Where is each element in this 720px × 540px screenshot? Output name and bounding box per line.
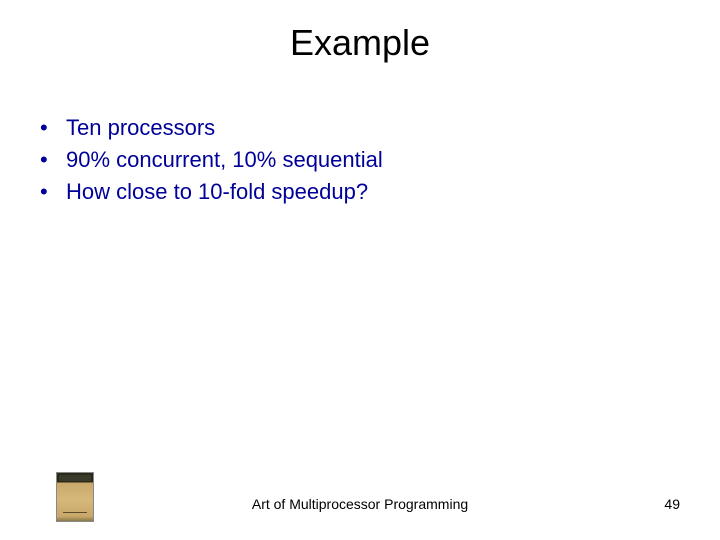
bullet-list: Ten processors 90% concurrent, 10% seque… [0,74,720,208]
bullet-item: How close to 10-fold speedup? [38,176,720,208]
book-cover-icon [56,472,94,522]
slide-title: Example [0,0,720,74]
bullet-item: Ten processors [38,112,720,144]
bullet-item: 90% concurrent, 10% sequential [38,144,720,176]
footer-text: Art of Multiprocessor Programming [252,496,468,512]
page-number: 49 [664,496,680,512]
slide-footer: Art of Multiprocessor Programming 49 [0,472,720,522]
